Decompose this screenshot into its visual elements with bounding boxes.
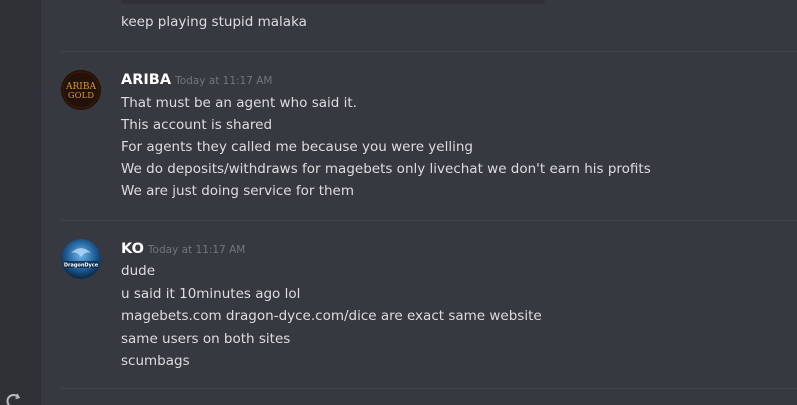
timestamp[interactable]: Today at 11:17 AM (148, 244, 245, 256)
message-divider (61, 220, 797, 221)
message-text: magebets.com dragon-dyce.com/dice are ex… (121, 308, 542, 324)
channel-sidebar-edge (0, 0, 41, 405)
avatar[interactable]: DragonDyce (61, 239, 101, 279)
ariba-gold-avatar-image: ARIBA GOLD (61, 70, 101, 110)
message-text: same users on both sites (121, 331, 291, 347)
message-text: scumbags (121, 353, 190, 369)
svg-text:GOLD: GOLD (68, 91, 94, 101)
message-header: ARIBA Today at 11:17 AM (121, 71, 273, 90)
message-text: u said it 10minutes ago lol (121, 286, 301, 302)
message-text: This account is shared (121, 117, 273, 133)
username[interactable]: ARIBA (121, 72, 171, 88)
timestamp[interactable]: Today at 11:17 AM (175, 75, 272, 87)
message-text: That must be an agent who said it. (121, 95, 357, 111)
embed-bottom-edge (121, 0, 545, 4)
avatar[interactable]: ARIBA GOLD (61, 70, 101, 110)
svg-text:DragonDyce: DragonDyce (64, 263, 99, 269)
message-list[interactable]: keep playing stupid malaka ARIBA GOLD AR… (41, 0, 797, 405)
discord-app: keep playing stupid malaka ARIBA GOLD AR… (0, 0, 797, 405)
message-text: keep playing stupid malaka (121, 14, 307, 30)
message-divider (61, 51, 797, 52)
username[interactable]: KO (121, 241, 144, 257)
message-divider (61, 388, 797, 389)
dragon-dyce-avatar-image: DragonDyce (61, 239, 101, 279)
message-text: For agents they called me because you we… (121, 139, 473, 155)
refresh-icon[interactable] (6, 393, 22, 405)
message-header: KO Today at 11:17 AM (121, 240, 245, 259)
message-text: dude (121, 263, 156, 279)
message-text: We are just doing service for them (121, 183, 355, 199)
message-text: We do deposits/withdraws for magebets on… (121, 161, 651, 177)
